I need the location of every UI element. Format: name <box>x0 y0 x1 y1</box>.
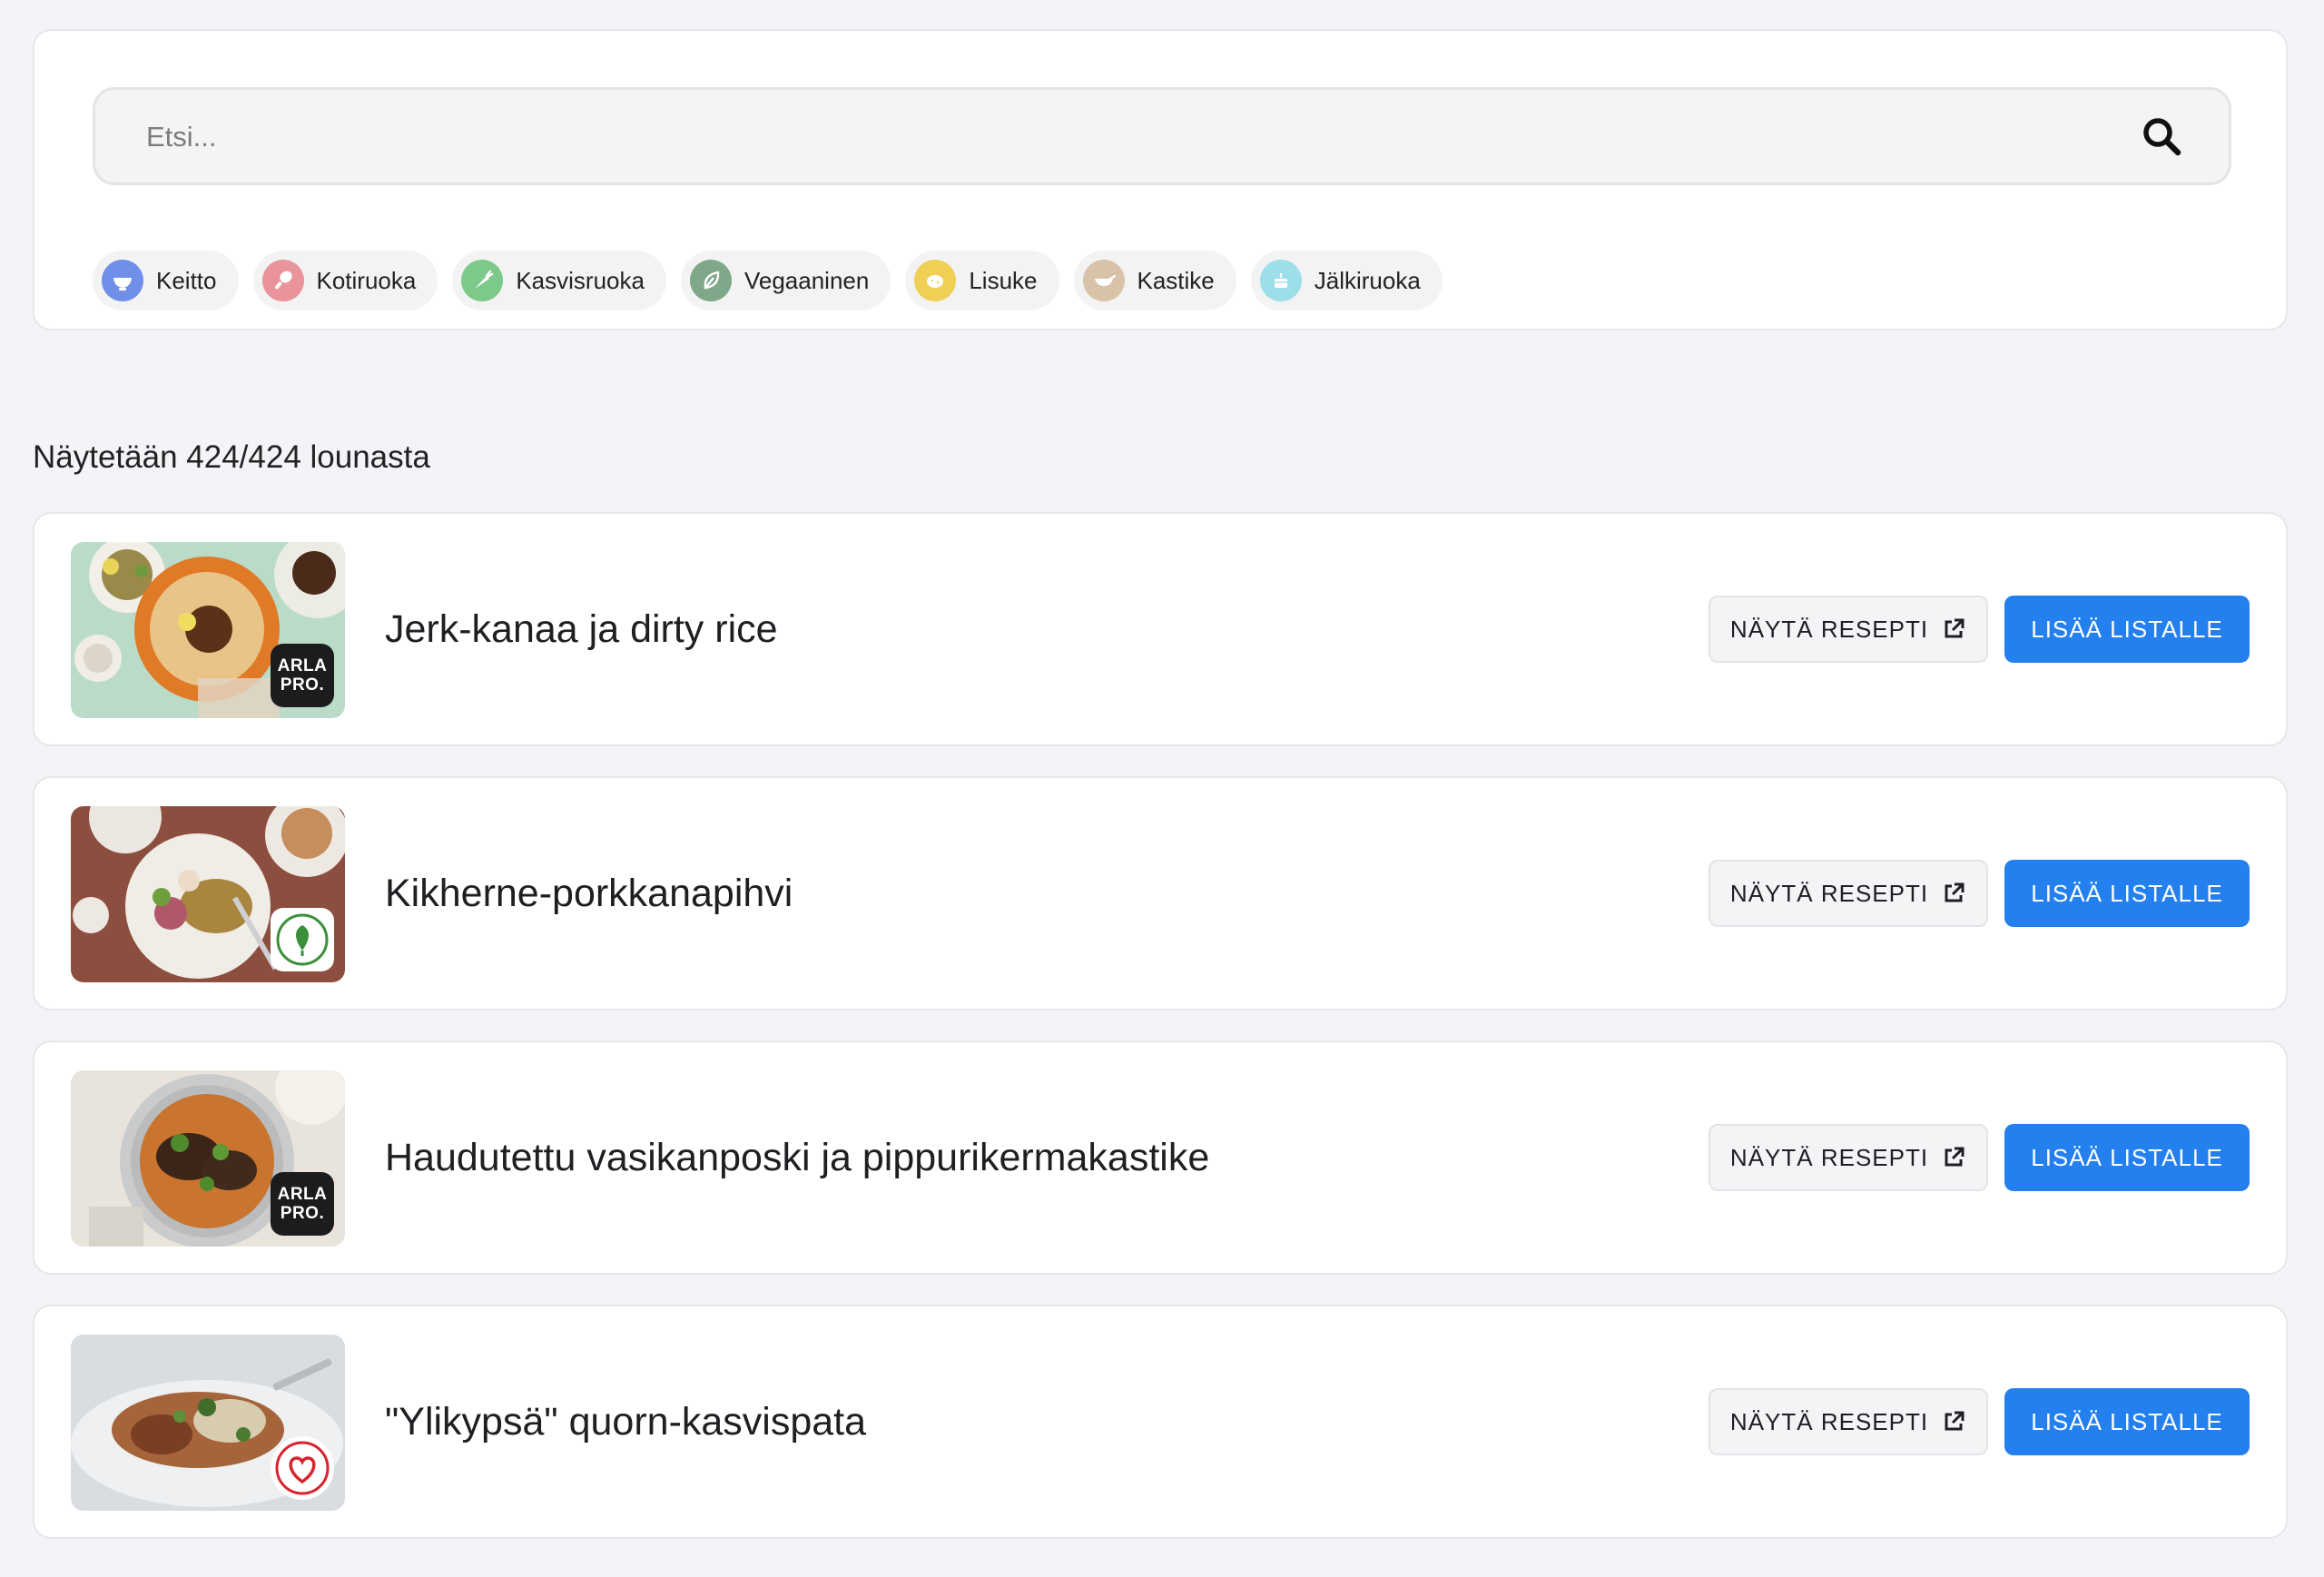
meal-card: "Ylikypsä" quorn-kasvispata NÄYTÄ RESEPT… <box>33 1305 2288 1539</box>
meal-card: ARLA PRO. Jerk-kanaa ja dirty rice NÄYTÄ… <box>33 512 2288 746</box>
bowl-icon <box>102 260 143 301</box>
category-filters: Keitto Kotiruoka Kasvisruoka Vegaaninen … <box>93 251 1443 310</box>
category-chip-label: Kotiruoka <box>316 266 417 294</box>
results-count: Näytetään 424/424 lounasta <box>33 439 430 475</box>
category-chip-lisuke[interactable]: Lisuke <box>905 251 1059 310</box>
category-chip-kastike[interactable]: Kastike <box>1073 251 1236 310</box>
cake-icon <box>1259 260 1302 301</box>
potato-icon <box>914 260 957 301</box>
category-chip-label: Keitto <box>156 266 217 294</box>
meal-card: ARLA PRO. Haudutettu vasikanposki ja pip… <box>33 1040 2288 1275</box>
category-chip-kotiruoka[interactable]: Kotiruoka <box>252 251 438 310</box>
external-link-icon <box>1945 1411 1965 1431</box>
view-recipe-button[interactable]: NÄYTÄ RESEPTI <box>1709 1388 1988 1455</box>
view-recipe-button[interactable]: NÄYTÄ RESEPTI <box>1709 596 1988 663</box>
search-input[interactable] <box>144 90 2109 184</box>
view-recipe-button[interactable]: NÄYTÄ RESEPTI <box>1709 1124 1988 1191</box>
category-chip-label: Kastike <box>1137 266 1215 294</box>
category-chip-label: Jälkiruoka <box>1314 266 1421 294</box>
search-panel: Keitto Kotiruoka Kasvisruoka Vegaaninen … <box>33 29 2288 330</box>
meal-card: Kikherne-porkkanapihvi NÄYTÄ RESEPTI LIS… <box>33 776 2288 1010</box>
category-chip-label: Lisuke <box>969 266 1038 294</box>
search-icon[interactable] <box>2140 114 2183 158</box>
category-chip-kasvisruoka[interactable]: Kasvisruoka <box>452 251 666 310</box>
kasvisruoka-badge <box>271 908 334 971</box>
arla-pro-badge: ARLA PRO. <box>271 644 334 707</box>
arla-pro-badge: ARLA PRO. <box>271 1172 334 1236</box>
external-link-icon <box>1945 882 1965 902</box>
category-chip-vegaaninen[interactable]: Vegaaninen <box>680 251 891 310</box>
add-to-list-button[interactable]: LISÄÄ LISTALLE <box>2004 860 2250 927</box>
add-to-list-button[interactable]: LISÄÄ LISTALLE <box>2004 1124 2250 1191</box>
category-chip-label: Vegaaninen <box>743 266 870 294</box>
category-chip-label: Kasvisruoka <box>516 266 645 294</box>
meal-title: "Ylikypsä" quorn-kasvispata <box>385 1399 867 1444</box>
add-to-list-button[interactable]: LISÄÄ LISTALLE <box>2004 1388 2250 1455</box>
category-chip-keitto[interactable]: Keitto <box>93 251 239 310</box>
category-chip-jalkiruoka[interactable]: Jälkiruoka <box>1250 251 1443 310</box>
drumstick-icon <box>261 260 304 301</box>
add-to-list-button[interactable]: LISÄÄ LISTALLE <box>2004 596 2250 663</box>
search-box[interactable] <box>93 87 2231 185</box>
leaf-icon <box>689 260 732 301</box>
meal-image: ARLA PRO. <box>71 1070 345 1247</box>
meal-image: ARLA PRO. <box>71 542 345 718</box>
external-link-icon <box>1945 618 1965 638</box>
view-recipe-button[interactable]: NÄYTÄ RESEPTI <box>1709 860 1988 927</box>
gravy-boat-icon <box>1082 260 1125 301</box>
meal-image <box>71 806 345 982</box>
external-link-icon <box>1945 1147 1965 1167</box>
meal-title: Kikherne-porkkanapihvi <box>385 871 793 915</box>
parempi-valinta-badge <box>271 1436 334 1500</box>
meal-image <box>71 1335 345 1511</box>
meal-title: Haudutettu vasikanposki ja pippurikermak… <box>385 1135 1210 1179</box>
meal-title: Jerk-kanaa ja dirty rice <box>385 606 778 651</box>
carrot-icon <box>461 260 504 301</box>
